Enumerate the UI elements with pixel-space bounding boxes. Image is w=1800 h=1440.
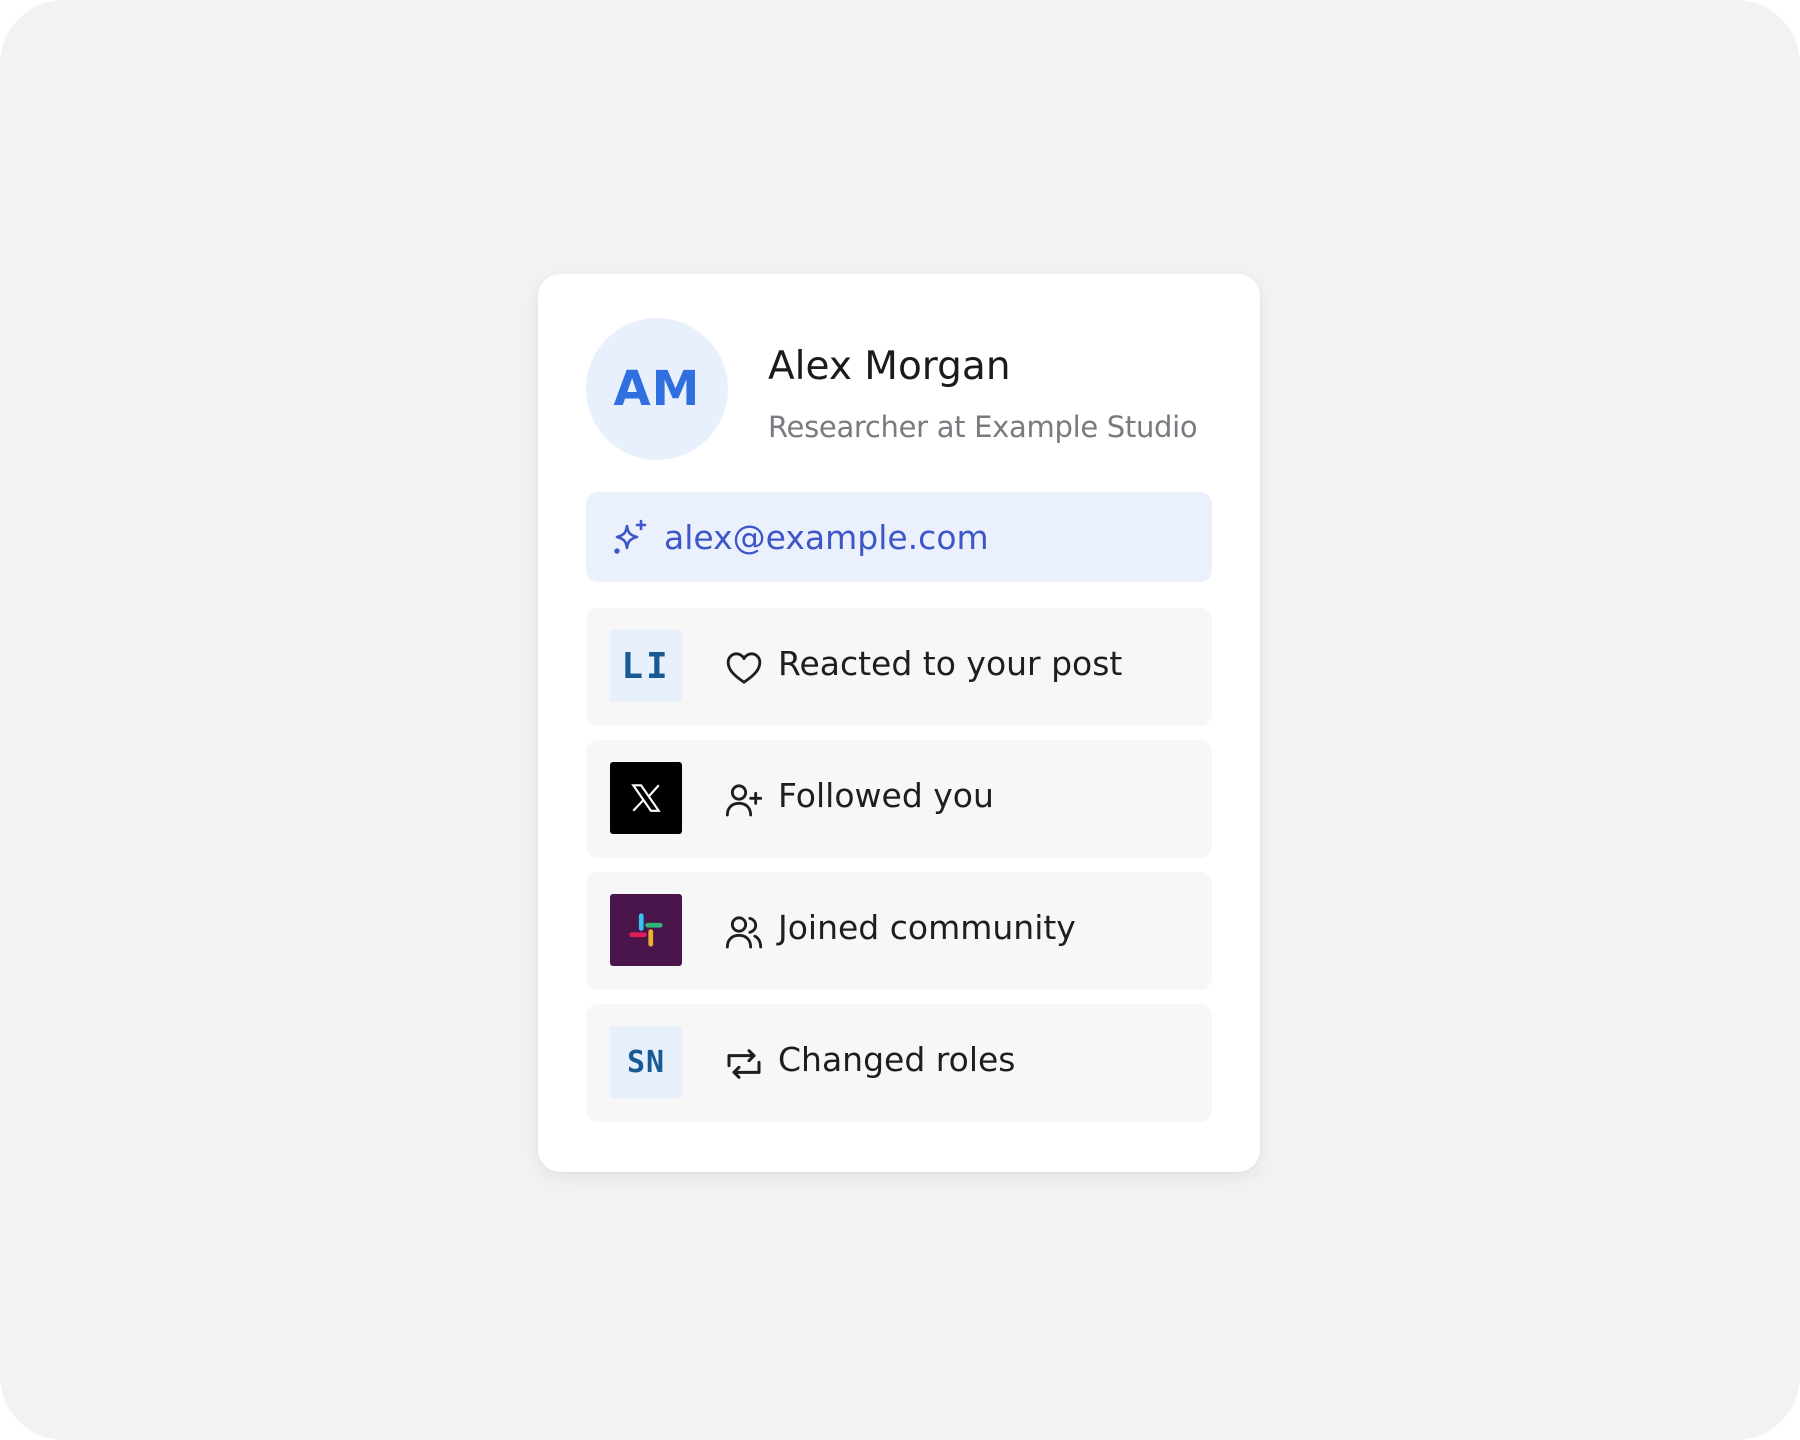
- email-field[interactable]: alex@example.com: [586, 492, 1212, 582]
- activity-label: Followed you: [778, 776, 994, 815]
- slack-logo-icon: [610, 894, 682, 966]
- profile-name: Alex Morgan: [768, 344, 1011, 389]
- avatar[interactable]: AM: [586, 318, 728, 460]
- linkedin-logo-icon: LI: [610, 630, 682, 702]
- profile-role: Researcher at Example Studio: [768, 410, 1198, 444]
- sales-navigator-logo-icon: SN: [610, 1026, 682, 1098]
- activity-item-x[interactable]: Followed you: [586, 740, 1212, 858]
- x-logo-icon: [610, 762, 682, 834]
- email-address[interactable]: alex@example.com: [664, 518, 989, 557]
- activity-item-slack[interactable]: Joined community: [586, 872, 1212, 990]
- sparkle-icon: [610, 516, 652, 558]
- profile-header: AM Alex Morgan Researcher at Example Stu…: [586, 318, 1226, 462]
- heart-icon: [724, 648, 764, 688]
- user-plus-icon: [724, 780, 764, 820]
- activity-label: Changed roles: [778, 1040, 1016, 1079]
- users-icon: [724, 912, 764, 952]
- contact-card: AM Alex Morgan Researcher at Example Stu…: [538, 274, 1260, 1172]
- activity-label: Reacted to your post: [778, 644, 1123, 683]
- activity-item-linkedin[interactable]: LI Reacted to your post: [586, 608, 1212, 726]
- activity-label: Joined community: [778, 908, 1076, 947]
- canvas-background: AM Alex Morgan Researcher at Example Stu…: [0, 0, 1800, 1440]
- repeat-icon: [724, 1044, 764, 1084]
- activity-item-sales-navigator[interactable]: SN Changed roles: [586, 1004, 1212, 1122]
